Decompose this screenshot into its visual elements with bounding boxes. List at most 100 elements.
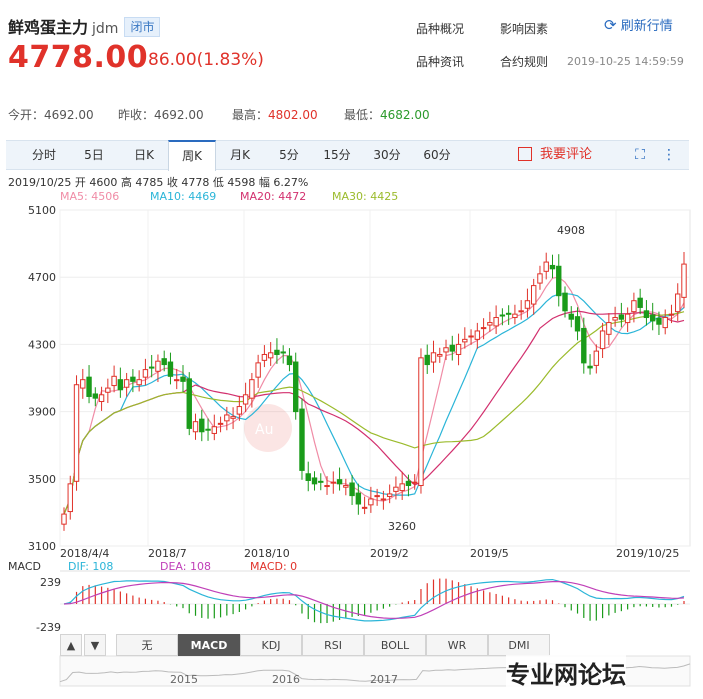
nav-year-2017: 2017 <box>370 673 398 686</box>
candle-body <box>468 335 474 338</box>
candle-body <box>393 486 399 492</box>
annotation-low: 3260 <box>388 520 416 533</box>
candle-body <box>681 263 687 298</box>
candle-body <box>305 473 311 481</box>
candle-body <box>111 375 117 387</box>
candle-body <box>518 310 524 313</box>
annotation-high: 4908 <box>557 224 585 237</box>
macd-max: 239 <box>40 576 61 589</box>
y-tick-label: 4300 <box>28 338 56 351</box>
candle-body <box>161 358 167 366</box>
y-tick-label: 3500 <box>28 473 56 486</box>
candle-body <box>361 506 368 509</box>
watermark-text: 专业网论坛 <box>506 655 626 690</box>
candle-body <box>174 379 180 382</box>
indicator-kdj[interactable]: KDJ <box>240 634 302 656</box>
candle-body <box>249 379 255 399</box>
x-axis-ticks: 2018/4/4 2018/7 2018/10 2019/2 2019/5 2019/10… <box>60 547 679 560</box>
candle-body <box>355 492 362 505</box>
y-tick-label: 3100 <box>28 540 56 553</box>
candle-body <box>205 428 211 431</box>
x-tick-label: 2018/7 <box>148 547 187 560</box>
candle-body <box>199 418 205 433</box>
candle-body <box>499 314 506 317</box>
candle-body <box>267 352 274 359</box>
candle-body <box>142 369 149 378</box>
candle-body <box>130 376 136 382</box>
indicator-wr[interactable]: WR <box>426 634 488 656</box>
x-tick-label: 2019/5 <box>470 547 509 560</box>
candle-body <box>668 313 675 316</box>
candle-body <box>192 421 199 433</box>
y-tick-label: 5100 <box>28 204 56 217</box>
scroll-down-button[interactable]: ▼ <box>84 634 106 656</box>
candle-body <box>105 387 111 393</box>
macd-value: MACD: 0 <box>250 560 297 573</box>
candle-body <box>293 361 299 413</box>
candle-body <box>649 314 656 322</box>
candle-body <box>92 393 99 399</box>
candle-body <box>443 347 449 353</box>
candle-body <box>242 394 249 405</box>
candle-body <box>637 297 643 308</box>
candle-body <box>186 378 192 429</box>
candle-body <box>180 376 186 382</box>
candle-body <box>593 350 600 366</box>
candle-body <box>86 376 92 397</box>
candle-body <box>330 481 336 484</box>
kline-chart[interactable]: 310035003900430047005100 2018/4/4 2018/7 2… <box>0 0 703 699</box>
candle-body <box>148 366 155 369</box>
nav-year-2016: 2016 <box>272 673 300 686</box>
candle-body <box>261 353 268 361</box>
candle-body <box>581 327 587 364</box>
candle-body <box>405 480 412 487</box>
candle-body <box>587 365 593 369</box>
indicator-dmi[interactable]: DMI <box>488 634 550 656</box>
candle-body <box>449 344 455 352</box>
candles <box>61 252 687 531</box>
macd-min: -239 <box>36 621 61 634</box>
candle-body <box>299 408 305 471</box>
candle-body <box>530 285 537 305</box>
macd-dea: DEA: 108 <box>160 560 211 573</box>
indicator-none[interactable]: 无 <box>116 634 178 656</box>
ma30-line <box>63 311 685 515</box>
candle-body <box>167 361 174 377</box>
candle-body <box>98 394 105 403</box>
candle-body <box>612 317 618 321</box>
candle-body <box>462 338 468 343</box>
candle-body <box>224 414 230 422</box>
macd-title: MACD <box>8 560 41 573</box>
candle-body <box>418 357 424 487</box>
candle-body <box>349 482 355 497</box>
candle-body <box>67 483 73 513</box>
candle-body <box>487 322 493 326</box>
indicator-macd[interactable]: MACD <box>178 634 240 656</box>
candle-body <box>455 343 462 355</box>
candle-body <box>618 314 625 320</box>
candle-body <box>318 480 324 483</box>
candle-body <box>606 322 612 335</box>
macd-dif-line <box>63 578 685 622</box>
candle-body <box>512 313 518 319</box>
indicator-rsi[interactable]: RSI <box>302 634 364 656</box>
x-tick-label: 2018/4/4 <box>60 547 109 560</box>
candle-body <box>493 317 499 327</box>
macd-lines <box>63 578 685 622</box>
candle-body <box>412 481 418 484</box>
candle-body <box>437 353 443 357</box>
candle-body <box>211 426 218 434</box>
candle-body <box>311 477 318 485</box>
candle-body <box>61 513 67 525</box>
candle-body <box>236 406 243 415</box>
candle-body <box>336 479 343 485</box>
x-tick-label: 2019/2 <box>370 547 409 560</box>
candle-body <box>274 349 280 355</box>
scroll-up-button[interactable]: ▲ <box>60 634 82 656</box>
indicator-boll[interactable]: BOLL <box>364 634 426 656</box>
candle-body <box>505 312 512 315</box>
candle-body <box>474 330 481 340</box>
y-tick-label: 3900 <box>28 406 56 419</box>
candle-body <box>286 355 293 366</box>
candle-body <box>574 316 581 332</box>
